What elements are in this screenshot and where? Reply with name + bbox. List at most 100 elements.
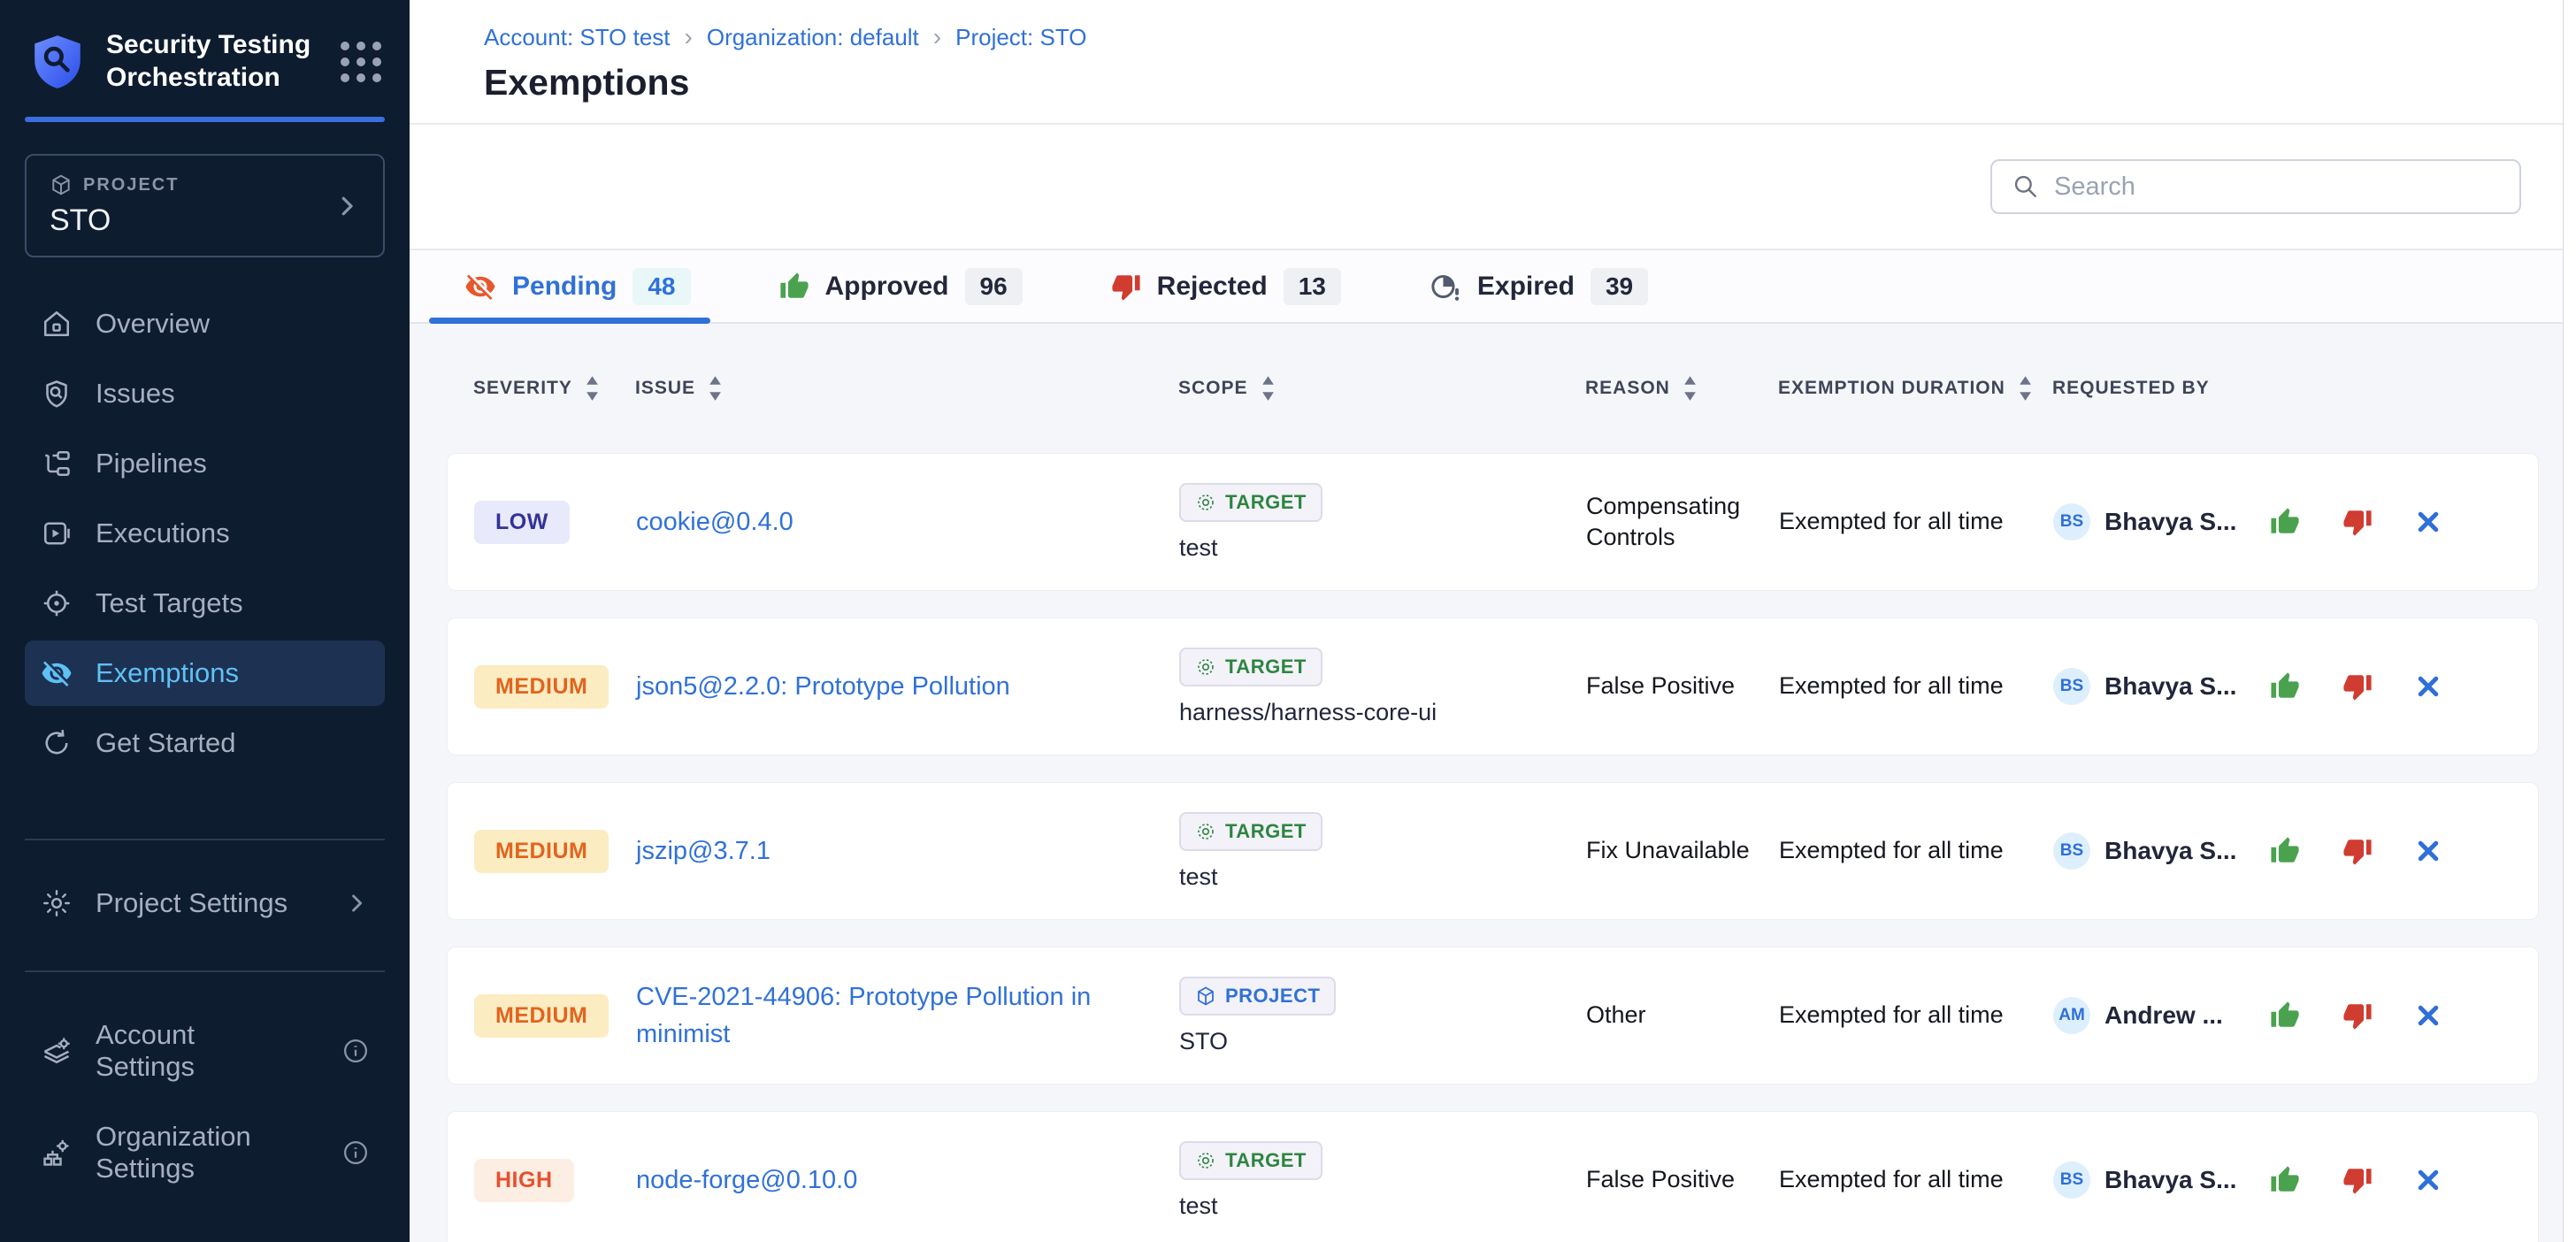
sidebar-item-account-settings[interactable]: Account Settings xyxy=(25,1002,385,1100)
sidebar-item-exemptions[interactable]: Exemptions xyxy=(25,640,385,706)
requester-name: Andrew ... xyxy=(2104,1001,2223,1030)
scope-cell: TARGET harness/harness-core-ui xyxy=(1179,648,1586,726)
issue-link[interactable]: node-forge@0.10.0 xyxy=(636,1162,1179,1199)
info-icon[interactable] xyxy=(342,1139,369,1166)
app-switcher-grid-icon[interactable] xyxy=(341,42,381,82)
chevron-right-icon xyxy=(334,193,360,219)
severity-badge: LOW xyxy=(474,501,570,544)
breadcrumb-separator-icon: › xyxy=(933,23,941,51)
table-row[interactable]: HIGH node-forge@0.10.0 TARGET test False… xyxy=(447,1111,2539,1242)
close-icon xyxy=(2415,509,2442,535)
search-input[interactable] xyxy=(2054,172,2500,202)
sidebar-item-project-settings[interactable]: Project Settings xyxy=(25,870,385,936)
thumb-down-icon xyxy=(2342,836,2373,866)
sidebar-item-organization-settings[interactable]: Organization Settings xyxy=(25,1104,385,1201)
sidebar-item-executions[interactable]: Executions xyxy=(25,501,385,566)
reason: Compensating Controls xyxy=(1586,491,1779,553)
table-row[interactable]: LOW cookie@0.4.0 TARGET test Compensatin… xyxy=(447,453,2539,591)
sidebar-item-get-started[interactable]: Get Started xyxy=(25,710,385,776)
cancel-button[interactable] xyxy=(2415,1167,2442,1193)
thumb-up-icon xyxy=(2270,1165,2300,1195)
tab-rejected[interactable]: Rejected 13 xyxy=(1111,250,1341,322)
pipeline-icon xyxy=(41,448,73,479)
restart-icon xyxy=(41,727,73,759)
sidebar: Security Testing Orchestration PROJECT S… xyxy=(0,0,410,1242)
table-row[interactable]: MEDIUM json5@2.2.0: Prototype Pollution … xyxy=(447,617,2539,755)
cancel-button[interactable] xyxy=(2415,1002,2442,1029)
layers-gear-icon xyxy=(41,1035,73,1067)
issue-link[interactable]: jszip@3.7.1 xyxy=(636,832,1179,870)
cube-icon xyxy=(50,173,73,196)
reject-button[interactable] xyxy=(2342,1000,2373,1031)
requester-name: Bhavya S... xyxy=(2104,508,2236,536)
cancel-button[interactable] xyxy=(2415,673,2442,700)
sto-shield-logo xyxy=(28,33,87,91)
cancel-button[interactable] xyxy=(2415,509,2442,535)
info-icon[interactable] xyxy=(342,1038,369,1064)
sort-icon[interactable] xyxy=(585,375,600,402)
project-selector[interactable]: PROJECT STO xyxy=(25,154,385,257)
scope-type: TARGET xyxy=(1225,656,1307,678)
tab-approved[interactable]: Approved 96 xyxy=(779,250,1023,322)
tab-expired[interactable]: Expired 39 xyxy=(1430,250,1648,322)
sidebar-item-issues[interactable]: Issues xyxy=(25,361,385,426)
column-header-severity[interactable]: SEVERITY xyxy=(473,375,635,402)
sidebar-item-pipelines[interactable]: Pipelines xyxy=(25,431,385,496)
column-header-exemption-duration[interactable]: EXEMPTION DURATION xyxy=(1778,375,2052,402)
reject-button[interactable] xyxy=(2342,836,2373,866)
shield-search-icon xyxy=(41,378,73,410)
approve-button[interactable] xyxy=(2270,671,2300,702)
divider xyxy=(25,839,385,840)
requester-name: Bhavya S... xyxy=(2104,672,2236,701)
reject-button[interactable] xyxy=(2342,507,2373,537)
chevron-right-icon xyxy=(344,891,369,916)
thumb-down-icon xyxy=(2342,1165,2373,1195)
exemption-duration: Exempted for all time xyxy=(1779,835,2053,866)
project-scope-icon xyxy=(1195,985,1216,1007)
thumb-down-icon xyxy=(2342,1000,2373,1031)
thumb-up-icon xyxy=(2270,1000,2300,1031)
table-row[interactable]: MEDIUM CVE-2021-44906: Prototype Polluti… xyxy=(447,947,2539,1085)
sidebar-item-test-targets[interactable]: Test Targets xyxy=(25,571,385,636)
approve-button[interactable] xyxy=(2270,836,2300,866)
row-actions xyxy=(2270,1165,2538,1195)
column-header-issue[interactable]: ISSUE xyxy=(635,375,1178,402)
approve-button[interactable] xyxy=(2270,507,2300,537)
row-actions xyxy=(2270,1000,2538,1031)
divider xyxy=(25,970,385,972)
project-selector-value: STO xyxy=(50,203,334,238)
thumb-down-icon xyxy=(2342,671,2373,702)
tab-pending[interactable]: Pending 48 xyxy=(464,250,691,322)
sidebar-item-overview[interactable]: Overview xyxy=(25,291,385,356)
sort-icon[interactable] xyxy=(708,375,723,402)
accent-bar xyxy=(25,117,385,122)
issue-link[interactable]: cookie@0.4.0 xyxy=(636,503,1179,540)
column-header-reason[interactable]: REASON xyxy=(1585,375,1778,402)
sort-icon[interactable] xyxy=(1683,375,1698,402)
reason: Other xyxy=(1586,1000,1779,1031)
severity-badge: MEDIUM xyxy=(474,830,609,873)
scope-cell: PROJECT STO xyxy=(1179,977,1586,1055)
app-title: Security Testing Orchestration xyxy=(106,29,321,94)
table-row[interactable]: MEDIUM jszip@3.7.1 TARGET test Fix Unava… xyxy=(447,782,2539,920)
approve-button[interactable] xyxy=(2270,1165,2300,1195)
breadcrumb-project[interactable]: Project: STO xyxy=(955,24,1086,51)
sort-icon[interactable] xyxy=(1261,375,1276,402)
sort-icon[interactable] xyxy=(2018,375,2033,402)
column-header-requested-by: REQUESTED BY xyxy=(2052,378,2269,399)
severity-badge: MEDIUM xyxy=(474,665,609,709)
row-actions xyxy=(2270,671,2538,702)
reject-button[interactable] xyxy=(2342,671,2373,702)
breadcrumb-account[interactable]: Account: STO test xyxy=(484,24,671,51)
column-header-scope[interactable]: SCOPE xyxy=(1178,375,1585,402)
approve-button[interactable] xyxy=(2270,1000,2300,1031)
cancel-button[interactable] xyxy=(2415,838,2442,864)
issue-link[interactable]: CVE-2021-44906: Prototype Pollution in m… xyxy=(636,978,1179,1053)
breadcrumb-organization[interactable]: Organization: default xyxy=(707,24,919,51)
target-scope-icon xyxy=(1195,1150,1216,1171)
scrollbar-gutter[interactable] xyxy=(2563,0,2576,1242)
sidebar-item-label: Project Settings xyxy=(96,887,288,919)
issue-link[interactable]: json5@2.2.0: Prototype Pollution xyxy=(636,668,1179,705)
search-box[interactable] xyxy=(1990,159,2521,214)
reject-button[interactable] xyxy=(2342,1165,2373,1195)
